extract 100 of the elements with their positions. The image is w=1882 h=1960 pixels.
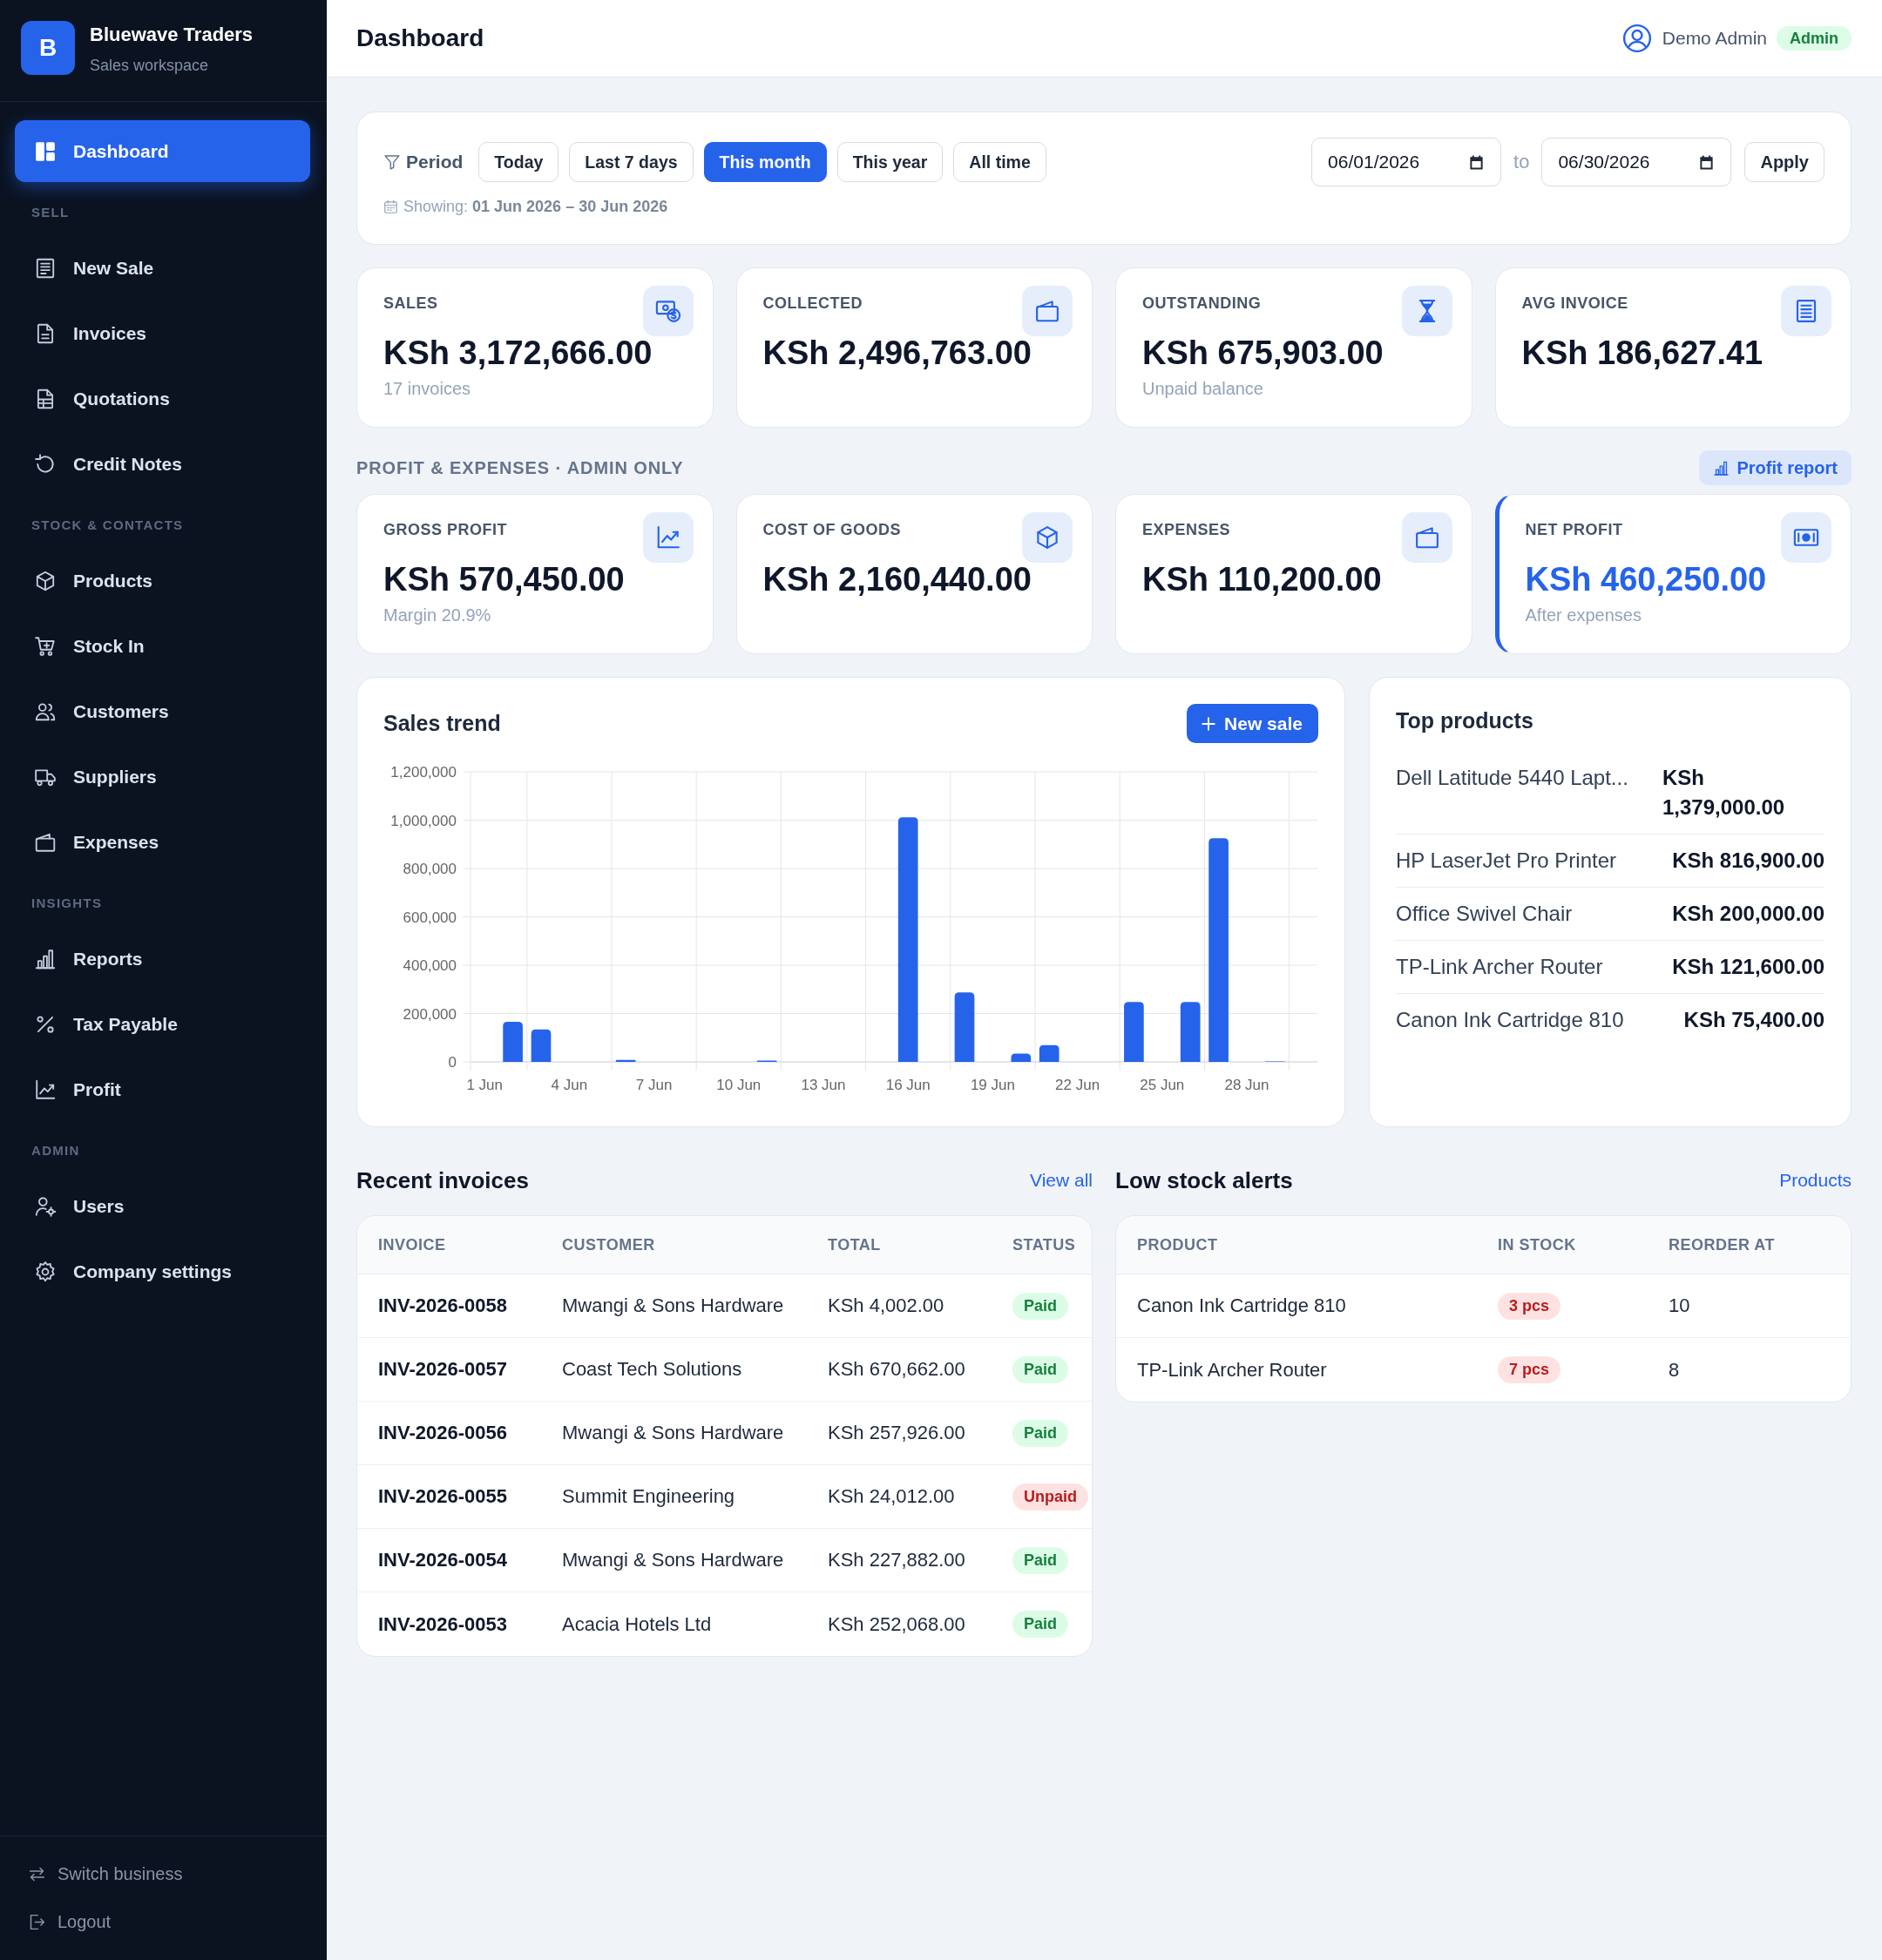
nav-item[interactable]: Products bbox=[15, 550, 310, 612]
reorder-level: 10 bbox=[1669, 1294, 1690, 1317]
bar-chart-icon bbox=[1713, 459, 1730, 476]
nav-item[interactable]: Credit Notes bbox=[15, 433, 310, 495]
chart-bar bbox=[1039, 1044, 1059, 1062]
stat-value: KSh 570,450.00 bbox=[383, 563, 626, 596]
y-axis-label: 1,000,000 bbox=[390, 812, 457, 829]
stat-label: OUTSTANDING bbox=[1142, 294, 1263, 314]
period-preset-button[interactable]: Today bbox=[478, 142, 559, 182]
section-link[interactable]: Products bbox=[1779, 1170, 1852, 1191]
stat-value: KSh 110,200.00 bbox=[1142, 563, 1383, 596]
period-preset-button[interactable]: All time bbox=[953, 142, 1046, 182]
nav-item[interactable]: Profit bbox=[15, 1058, 310, 1120]
product-name: Canon Ink Cartridge 810 bbox=[1137, 1294, 1346, 1317]
stat-value: KSh 2,496,763.00 bbox=[762, 336, 1032, 369]
apply-button[interactable]: Apply bbox=[1744, 142, 1824, 182]
x-axis-label: 10 Jun bbox=[716, 1077, 762, 1093]
x-axis-label: 28 Jun bbox=[1224, 1077, 1269, 1093]
customer-name: Mwangi & Sons Hardware bbox=[562, 1549, 784, 1571]
stat-note: Unpaid balance bbox=[1142, 378, 1264, 399]
period-preset-button[interactable]: This year bbox=[836, 142, 944, 182]
stat-value: KSh 3,172,666.00 bbox=[383, 336, 653, 369]
banknote-icon bbox=[1781, 512, 1831, 563]
invoice-total: KSh 227,882.00 bbox=[828, 1549, 965, 1571]
user-avatar-icon bbox=[1621, 24, 1652, 53]
product-revenue: KSh 200,000.00 bbox=[1672, 901, 1824, 927]
date-field[interactable]: 06/30/2026 bbox=[1541, 138, 1732, 186]
calendar-icon bbox=[383, 199, 398, 214]
product-name: Canon Ink Cartridge 810 bbox=[1396, 1007, 1624, 1033]
product-name: TP-Link Archer Router bbox=[1137, 1358, 1327, 1382]
stat-value: KSh 460,250.00 bbox=[1525, 563, 1768, 596]
nav-item[interactable]: Dashboard bbox=[15, 120, 310, 182]
period-label: Period bbox=[406, 152, 464, 172]
invoice-number: INV-2026-0057 bbox=[378, 1358, 507, 1381]
brand-name: Bluewave Traders bbox=[90, 24, 254, 46]
new-sale-button[interactable]: New sale bbox=[1187, 704, 1318, 743]
product-name: TP-Link Archer Router bbox=[1396, 954, 1603, 980]
wallet-icon bbox=[1401, 512, 1452, 563]
filter-icon bbox=[383, 153, 401, 171]
nav-item[interactable]: Reports bbox=[15, 928, 310, 990]
profit-report-button[interactable]: Profit report bbox=[1699, 450, 1852, 485]
period-preset-button[interactable]: Last 7 days bbox=[569, 142, 694, 182]
nav-item[interactable]: Users bbox=[15, 1175, 310, 1237]
sidebar-link[interactable]: Switch business bbox=[28, 1856, 183, 1891]
nav-item[interactable]: Quotations bbox=[15, 368, 310, 429]
status-badge: Paid bbox=[1012, 1546, 1068, 1574]
product-revenue: KSh 121,600.00 bbox=[1672, 954, 1824, 980]
product-name: Office Swivel Chair bbox=[1396, 901, 1573, 927]
column-header: CUSTOMER bbox=[562, 1235, 655, 1254]
calendar-icon bbox=[1468, 153, 1486, 171]
nav-section-title: ADMIN bbox=[30, 1143, 81, 1159]
stat-label: SALES bbox=[383, 294, 439, 314]
y-axis-label: 400,000 bbox=[403, 957, 457, 974]
stat-label: COLLECTED bbox=[762, 294, 863, 314]
page-title: Dashboard bbox=[356, 24, 484, 52]
reorder-level: 8 bbox=[1669, 1358, 1680, 1382]
workspace-label: Sales workspace bbox=[90, 56, 210, 75]
date-field[interactable]: 06/01/2026 bbox=[1311, 138, 1502, 186]
section-link[interactable]: View all bbox=[1030, 1170, 1093, 1191]
customer-name: Coast Tech Solutions bbox=[562, 1358, 742, 1381]
product-revenue: KSh 1,379,000.00 bbox=[1662, 765, 1786, 821]
customer-name: Summit Engineering bbox=[562, 1485, 735, 1508]
customer-name: Mwangi & Sons Hardware bbox=[562, 1294, 784, 1317]
bar-chart-icon bbox=[34, 947, 57, 970]
column-header: TOTAL bbox=[828, 1235, 881, 1254]
nav-item[interactable]: Customers bbox=[15, 680, 310, 742]
stat-note: After expenses bbox=[1525, 605, 1642, 625]
nav-item[interactable]: Company settings bbox=[15, 1240, 310, 1302]
customer-name: Acacia Hotels Ltd bbox=[562, 1612, 712, 1636]
y-axis-label: 0 bbox=[448, 1054, 457, 1071]
invoice-total: KSh 670,662.00 bbox=[828, 1358, 965, 1381]
banknote-coin-icon bbox=[642, 286, 694, 336]
x-axis-label: 19 Jun bbox=[970, 1077, 1015, 1093]
nav-item[interactable]: Tax Payable bbox=[15, 993, 310, 1055]
section-title: Recent invoices bbox=[356, 1166, 529, 1194]
nav-item[interactable]: Expenses bbox=[15, 811, 310, 873]
chart-bar bbox=[503, 1021, 523, 1062]
nav-item[interactable]: Invoices bbox=[15, 302, 310, 364]
stat-note: Margin 20.9% bbox=[383, 605, 492, 625]
period-preset-button[interactable]: This month bbox=[703, 142, 827, 182]
role-badge: Admin bbox=[1777, 26, 1852, 51]
x-axis-label: 16 Jun bbox=[885, 1077, 931, 1093]
user-gear-icon bbox=[34, 1194, 57, 1218]
nav-item[interactable]: Suppliers bbox=[15, 746, 310, 808]
invoice-number: INV-2026-0056 bbox=[378, 1422, 507, 1444]
receipt-icon bbox=[34, 256, 57, 280]
stat-label: EXPENSES bbox=[1142, 520, 1232, 540]
status-badge: Paid bbox=[1012, 1292, 1068, 1320]
sidebar-link[interactable]: Logout bbox=[28, 1904, 112, 1939]
y-axis-label: 600,000 bbox=[403, 909, 457, 926]
stat-note: 17 invoices bbox=[383, 378, 472, 399]
nav-item[interactable]: New Sale bbox=[15, 237, 310, 299]
cube-icon bbox=[1022, 512, 1073, 563]
nav-section-title: STOCK & CONTACTS bbox=[30, 517, 185, 533]
y-axis-label: 200,000 bbox=[403, 1005, 457, 1023]
chart-title: Sales trend bbox=[383, 711, 501, 736]
line-chart-icon bbox=[642, 512, 694, 563]
chart-bar bbox=[615, 1059, 636, 1062]
product-revenue: KSh 816,900.00 bbox=[1672, 848, 1824, 874]
nav-item[interactable]: Stock In bbox=[15, 615, 310, 677]
